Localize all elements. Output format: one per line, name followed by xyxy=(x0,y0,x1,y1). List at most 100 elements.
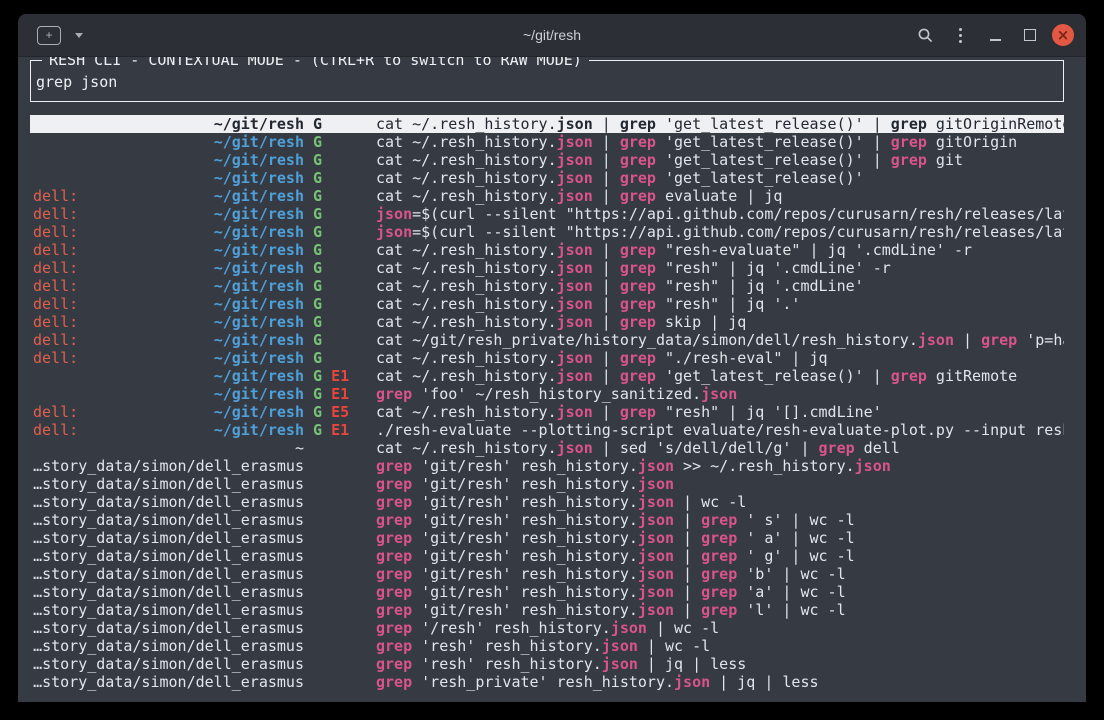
history-row[interactable]: …story_data/simon/dell_erasmusgrep 'git/… xyxy=(30,475,1064,493)
match-highlight: json xyxy=(557,295,593,313)
match-highlight: json xyxy=(557,259,593,277)
row-flags: G xyxy=(304,295,376,313)
history-row[interactable]: ~/git/reshGcat ~/.resh_history.json | gr… xyxy=(30,169,1064,187)
history-row[interactable]: dell:~/git/reshGcat ~/.resh_history.json… xyxy=(30,259,1064,277)
path-label: …story_data/simon/dell_erasmus xyxy=(33,655,304,673)
history-row[interactable]: …story_data/simon/dell_erasmusgrep 'git/… xyxy=(30,565,1064,583)
row-flags: G E5 xyxy=(304,403,376,421)
command-text: grep 'git/resh' resh_history.json | grep… xyxy=(376,565,1064,583)
history-row[interactable]: …story_data/simon/dell_erasmusgrep 'git/… xyxy=(30,511,1064,529)
history-row[interactable]: dell:~/git/reshGcat ~/git/resh_private/h… xyxy=(30,331,1064,349)
history-row[interactable]: ~/git/reshGcat ~/.resh_history.json | gr… xyxy=(30,133,1064,151)
history-row[interactable]: ~cat ~/.resh_history.json | sed 's/dell/… xyxy=(30,439,1064,457)
history-row[interactable]: …story_data/simon/dell_erasmusgrep 'git/… xyxy=(30,583,1064,601)
history-row[interactable]: dell:~/git/reshGcat ~/.resh_history.json… xyxy=(30,349,1064,367)
new-tab-icon: + xyxy=(37,26,61,45)
history-row[interactable]: dell:~/git/reshGcat ~/.resh_history.json… xyxy=(30,187,1064,205)
path-label: ~/git/resh xyxy=(214,169,304,187)
titlebar-left: + xyxy=(36,14,92,56)
row-flags xyxy=(304,511,376,529)
row-flags xyxy=(304,637,376,655)
git-flag: G xyxy=(313,277,322,295)
match-highlight: grep xyxy=(891,133,927,151)
match-highlight: grep xyxy=(376,547,412,565)
git-flag: G xyxy=(313,115,322,133)
command-text: cat ~/.resh_history.json | grep "resh" |… xyxy=(376,259,1064,277)
history-row[interactable]: dell:~/git/reshG E5cat ~/.resh_history.j… xyxy=(30,403,1064,421)
row-context: dell:~/git/resh xyxy=(33,187,304,205)
path-label: ~/git/resh xyxy=(214,115,304,133)
path-label: …story_data/simon/dell_erasmus xyxy=(33,601,304,619)
command-text: grep 'resh_private' resh_history.json | … xyxy=(376,673,1064,691)
match-highlight: json xyxy=(638,493,674,511)
history-row[interactable]: …story_data/simon/dell_erasmusgrep 'resh… xyxy=(30,673,1064,691)
history-row[interactable]: dell:~/git/reshGcat ~/.resh_history.json… xyxy=(30,241,1064,259)
history-row[interactable]: ~/git/reshG E1cat ~/.resh_history.json |… xyxy=(30,367,1064,385)
restore-button[interactable] xyxy=(1017,21,1043,49)
history-row[interactable]: ~/git/reshG E1grep 'foo' ~/resh_history_… xyxy=(30,385,1064,403)
history-row[interactable]: ~/git/reshGcat ~/.resh_history.json | gr… xyxy=(30,151,1064,169)
history-row[interactable]: dell:~/git/reshGcat ~/.resh_history.json… xyxy=(30,313,1064,331)
history-row[interactable]: …story_data/simon/dell_erasmusgrep 'git/… xyxy=(30,547,1064,565)
history-row[interactable]: dell:~/git/reshGjson=$(curl --silent "ht… xyxy=(30,223,1064,241)
match-highlight: grep xyxy=(620,313,656,331)
match-highlight: json xyxy=(557,439,593,457)
row-context: ~/git/resh xyxy=(33,151,304,169)
search-button[interactable] xyxy=(912,21,938,49)
history-row[interactable]: …story_data/simon/dell_erasmusgrep 'git/… xyxy=(30,457,1064,475)
match-highlight: grep xyxy=(891,115,927,133)
plus-glyph: + xyxy=(45,29,52,41)
history-row[interactable]: dell:~/git/reshGcat ~/.resh_history.json… xyxy=(30,295,1064,313)
history-row[interactable]: dell:~/git/reshGcat ~/.resh_history.json… xyxy=(30,277,1064,295)
history-row[interactable]: ~/git/reshGcat ~/.resh_history.json | gr… xyxy=(30,115,1064,133)
minimize-icon xyxy=(990,39,1001,41)
history-row[interactable]: …story_data/simon/dell_erasmusgrep 'resh… xyxy=(30,637,1064,655)
command-text: cat ~/.resh_history.json | grep evaluate… xyxy=(376,187,1064,205)
history-row[interactable]: …story_data/simon/dell_erasmusgrep 'git/… xyxy=(30,529,1064,547)
menu-button[interactable] xyxy=(947,21,973,49)
git-flag: G xyxy=(313,241,322,259)
history-row[interactable]: …story_data/simon/dell_erasmusgrep 'resh… xyxy=(30,655,1064,673)
match-highlight: grep xyxy=(376,619,412,637)
command-text: cat ~/.resh_history.json | grep "resh-ev… xyxy=(376,241,1064,259)
row-context: ~/git/resh xyxy=(33,169,304,187)
path-label: ~/git/resh xyxy=(214,259,304,277)
host-label: dell: xyxy=(33,331,78,349)
match-highlight: grep xyxy=(620,133,656,151)
match-highlight: grep xyxy=(620,241,656,259)
host-label: dell: xyxy=(33,277,78,295)
match-highlight: json xyxy=(557,133,593,151)
match-highlight: json xyxy=(638,475,674,493)
history-row[interactable]: dell:~/git/reshGjson=$(curl --silent "ht… xyxy=(30,205,1064,223)
path-label: ~/git/resh xyxy=(214,313,304,331)
exit-code-flag: E1 xyxy=(331,421,349,439)
command-text: cat ~/.resh_history.json | grep skip | j… xyxy=(376,313,1064,331)
match-highlight: json xyxy=(557,367,593,385)
command-text: grep 'git/resh' resh_history.json | grep… xyxy=(376,529,1064,547)
command-text: grep 'foo' ~/resh_history_sanitized.json xyxy=(376,385,1064,403)
titlebar: + ~/git/resh × xyxy=(18,14,1086,57)
minimize-button[interactable] xyxy=(982,21,1008,49)
history-row[interactable]: dell:~/git/reshG E1./resh-evaluate --plo… xyxy=(30,421,1064,439)
row-context: …story_data/simon/dell_erasmus xyxy=(33,583,304,601)
row-flags: G E1 xyxy=(304,367,376,385)
tab-dropdown-button[interactable] xyxy=(66,21,92,49)
row-context: …story_data/simon/dell_erasmus xyxy=(33,457,304,475)
git-flag: G xyxy=(313,151,322,169)
history-row[interactable]: …story_data/simon/dell_erasmusgrep '/res… xyxy=(30,619,1064,637)
history-row[interactable]: …story_data/simon/dell_erasmusgrep 'git/… xyxy=(30,601,1064,619)
new-tab-button[interactable]: + xyxy=(36,21,62,49)
git-flag: G xyxy=(313,385,322,403)
match-highlight: grep xyxy=(620,403,656,421)
match-highlight: grep xyxy=(981,331,1017,349)
row-context: ~/git/resh xyxy=(33,115,304,133)
close-button[interactable]: × xyxy=(1052,24,1074,46)
row-flags: G xyxy=(304,115,376,133)
command-text: cat ~/.resh_history.json | grep "./resh-… xyxy=(376,349,1064,367)
match-highlight: grep xyxy=(376,583,412,601)
kebab-menu-icon xyxy=(959,28,962,43)
history-row[interactable]: …story_data/simon/dell_erasmusgrep 'git/… xyxy=(30,493,1064,511)
match-highlight: json xyxy=(557,313,593,331)
match-highlight: json xyxy=(376,205,412,223)
path-label: ~/git/resh xyxy=(214,385,304,403)
